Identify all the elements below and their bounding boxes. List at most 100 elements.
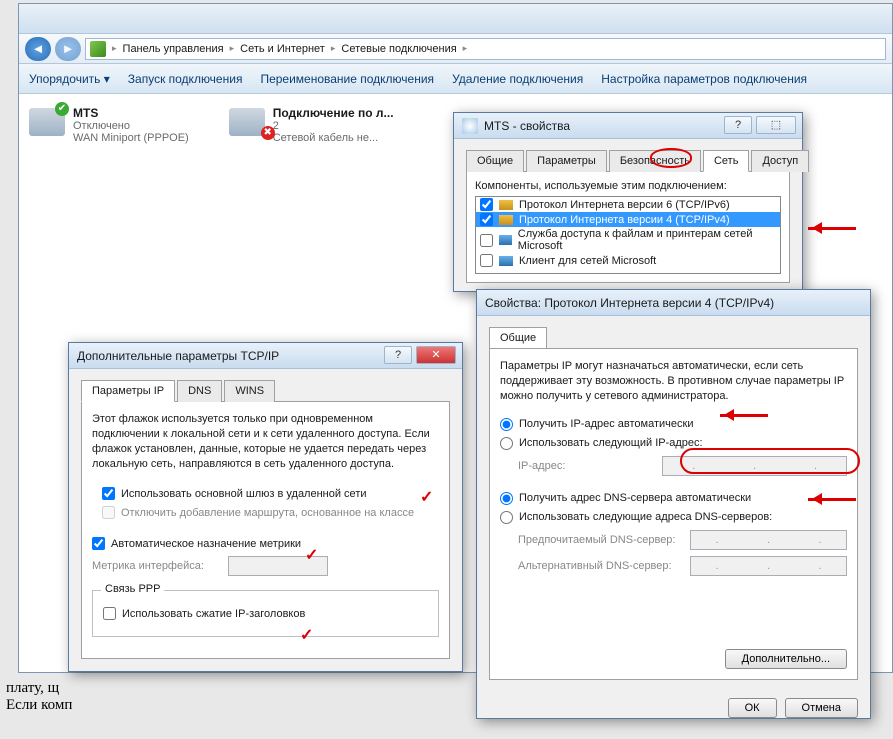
service-icon [499,235,512,245]
list-item-ipv6[interactable]: Протокол Интернета версии 6 (TCP/IPv6) [476,197,780,212]
connection-line2: 2 [273,120,394,132]
client-icon [499,256,513,266]
components-list[interactable]: Протокол Интернета версии 6 (TCP/IPv6) П… [475,196,781,274]
label-auto-dns: Получить адрес DNS-сервера автоматически [519,492,751,504]
breadcrumb[interactable]: ▸ Панель управления ▸ Сеть и Интернет ▸ … [85,38,886,60]
mts-properties-dialog: MTS - свойства ? ⬚ Общие Параметры Безоп… [453,112,803,292]
help-button[interactable]: ? [384,346,412,364]
tab-general[interactable]: Общие [489,327,547,349]
list-item-client[interactable]: Клиент для сетей Microsoft [476,253,780,268]
cmd-organize[interactable]: Упорядочить ▾ [29,72,110,86]
label-compress: Использовать сжатие IP-заголовков [122,608,305,620]
label-metric: Метрика интерфейса: [92,560,222,572]
radio-manual-ip[interactable] [500,437,513,450]
connection-icon [229,108,265,136]
tab-net[interactable]: Сеть [703,150,749,172]
protocol-icon [499,200,513,210]
connection-icon [29,108,65,136]
ok-button[interactable]: ОК [728,698,777,718]
chevron-right-icon: ▸ [463,43,468,54]
ipv4-intro: Параметры IP могут назначаться автоматич… [500,359,847,404]
input-metric [228,556,328,576]
cancel-button[interactable]: Отмена [785,698,858,718]
label-auto-ip: Получить IP-адрес автоматически [519,418,693,430]
tab-general[interactable]: Общие [466,150,524,172]
close-button[interactable]: ⬚ [756,116,796,134]
breadcrumb-item[interactable]: Сетевые подключения [341,43,456,55]
cmd-delete[interactable]: Удаление подключения [452,72,583,86]
checkbox-route [102,506,115,519]
checkbox-metric-auto[interactable] [92,537,105,550]
label-gateway: Использовать основной шлюз в удаленной с… [121,488,367,500]
tab-security[interactable]: Безопасность [609,150,701,172]
checkbox-fileshare[interactable] [480,234,493,247]
group-ppp: Связь PPP Использовать сжатие IP-заголов… [92,590,439,637]
tab-wins[interactable]: WINS [224,380,275,402]
cmd-settings[interactable]: Настройка параметров подключения [601,72,807,86]
group-ppp-title: Связь PPP [101,583,164,595]
address-bar: ◄ ► ▸ Панель управления ▸ Сеть и Интерне… [19,34,892,64]
connection-text: MTS Отключено WAN Miniport (PPPOE) [73,106,189,144]
label-dns1: Предпочитаемый DNS-сервер: [518,534,684,546]
cmd-rename[interactable]: Переименование подключения [260,72,434,86]
tab-ip-params[interactable]: Параметры IP [81,380,175,402]
chevron-right-icon: ▸ [230,43,235,54]
input-ip-address: ... [662,456,847,476]
label-manual-ip: Использовать следующий IP-адрес: [519,437,703,449]
nav-fwd-button[interactable]: ► [55,37,81,61]
connection-status: Сетевой кабель не... [273,132,394,144]
connection-name: MTS [73,106,98,120]
dialog-icon [462,118,478,134]
label-metric-auto: Автоматическое назначение метрики [111,538,301,550]
checkbox-gateway[interactable] [102,487,115,500]
connection-text: Подключение по л... 2 Сетевой кабель не.… [273,106,394,144]
chevron-right-icon: ▸ [112,43,117,54]
item-label: Служба доступа к файлам и принтерам сете… [518,228,776,252]
bg-text: Если комп [6,697,72,714]
ipv4-tabs: Общие [489,326,858,349]
dialog-button-row: ОК Отмена [477,690,870,726]
item-label: Протокол Интернета версии 4 (TCP/IPv4) [519,214,730,226]
list-item-ipv4[interactable]: Протокол Интернета версии 4 (TCP/IPv4) [476,212,780,227]
dialog-titlebar[interactable]: Свойства: Протокол Интернета версии 4 (T… [477,290,870,316]
cpl-icon [90,41,106,57]
adv-tabs: Параметры IP DNS WINS [81,379,450,402]
protocol-icon [499,215,513,225]
cmd-start[interactable]: Запуск подключения [128,72,243,86]
tab-access[interactable]: Доступ [751,150,809,172]
label-manual-dns: Использовать следующие адреса DNS-сервер… [519,511,772,523]
checkbox-ipv6[interactable] [480,198,493,211]
ipv4-properties-dialog: Свойства: Протокол Интернета версии 4 (T… [476,289,871,719]
advanced-button[interactable]: Дополнительно... [725,649,847,669]
connection-mts[interactable]: MTS Отключено WAN Miniport (PPPOE) [29,106,189,144]
dialog-titlebar[interactable]: Дополнительные параметры TCP/IP ? ✕ [69,343,462,369]
label-dns2: Альтернативный DNS-сервер: [518,560,684,572]
checkbox-client[interactable] [480,254,493,267]
checkbox-ipv4[interactable] [480,213,493,226]
close-button[interactable]: ✕ [416,346,456,364]
label-route: Отключить добавление маршрута, основанно… [121,507,414,519]
checkbox-compress[interactable] [103,607,116,620]
help-button[interactable]: ? [724,116,752,134]
tab-params[interactable]: Параметры [526,150,607,172]
breadcrumb-item[interactable]: Панель управления [123,43,224,55]
connection-device: WAN Miniport (PPPOE) [73,132,189,144]
radio-manual-dns[interactable] [500,511,513,524]
connection-status: Отключено [73,120,189,132]
tab-dns[interactable]: DNS [177,380,222,402]
input-dns1: ... [690,530,847,550]
connection-lan[interactable]: Подключение по л... 2 Сетевой кабель не.… [229,106,394,144]
components-label: Компоненты, используемые этим подключени… [475,180,781,192]
dialog-title: Дополнительные параметры TCP/IP [77,349,279,363]
list-item-fileshare[interactable]: Служба доступа к файлам и принтерам сете… [476,227,780,253]
dialog-title: Свойства: Протокол Интернета версии 4 (T… [485,296,774,310]
mts-tabs: Общие Параметры Безопасность Сеть Доступ [466,149,790,172]
breadcrumb-item[interactable]: Сеть и Интернет [240,43,325,55]
dialog-titlebar[interactable]: MTS - свойства ? ⬚ [454,113,802,139]
advanced-tcpip-dialog: Дополнительные параметры TCP/IP ? ✕ Пара… [68,342,463,672]
radio-auto-ip[interactable] [500,418,513,431]
nav-back-button[interactable]: ◄ [25,37,51,61]
radio-auto-dns[interactable] [500,492,513,505]
chevron-right-icon: ▸ [331,43,336,54]
input-dns2: ... [690,556,847,576]
